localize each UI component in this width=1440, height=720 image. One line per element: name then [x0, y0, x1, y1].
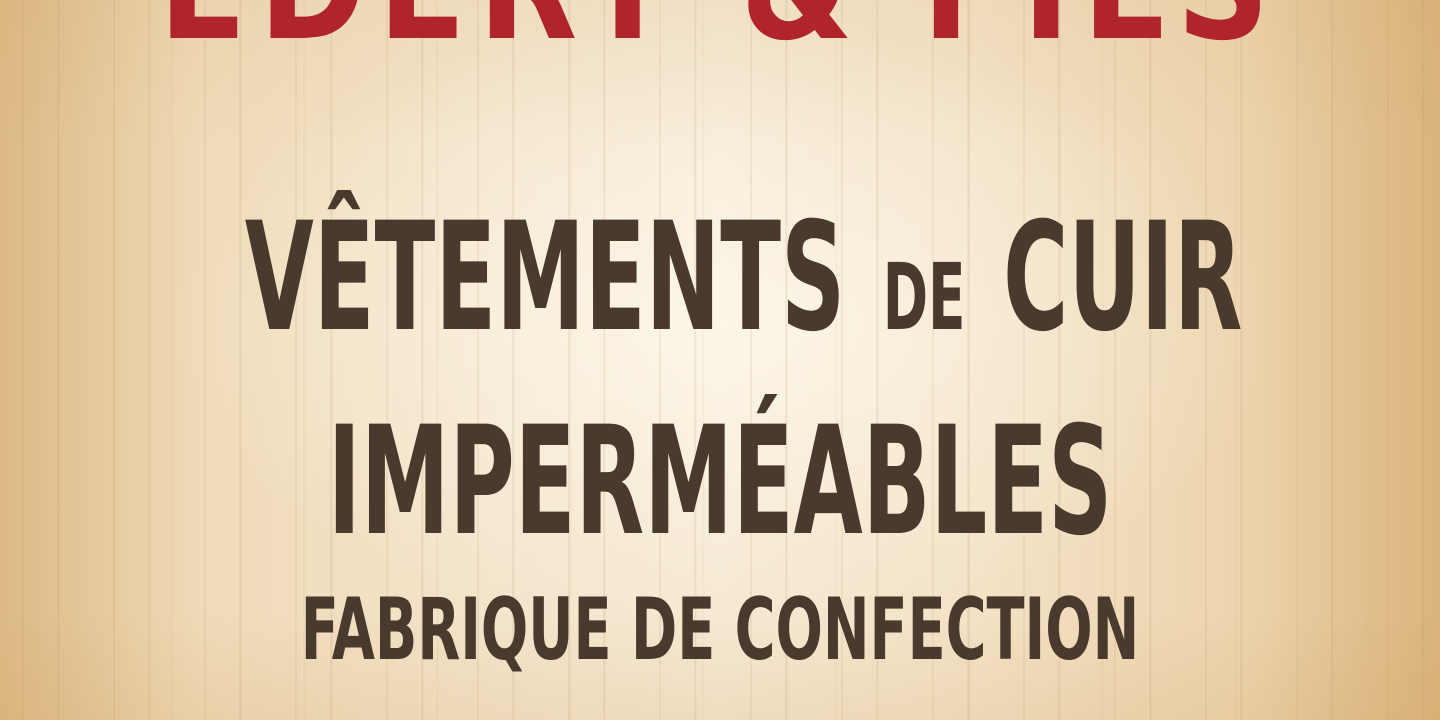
- headline-word-cuir: CUIR: [1003, 191, 1243, 365]
- wood-poster: EDERT & FILS VÊTEMENTS DE CUIR IMPERMÉAB…: [0, 0, 1440, 720]
- top-banner-text: EDERT & FILS: [101, 0, 1339, 62]
- headline-line-2: IMPERMÉABLES: [327, 395, 1113, 569]
- headline-word-vetements: VÊTEMENTS: [244, 191, 846, 365]
- headline-word-de: DE: [882, 244, 966, 351]
- headline-line-1: VÊTEMENTS DE CUIR: [244, 188, 1243, 388]
- subheadline: FABRIQUE DE CONFECTION: [300, 580, 1140, 680]
